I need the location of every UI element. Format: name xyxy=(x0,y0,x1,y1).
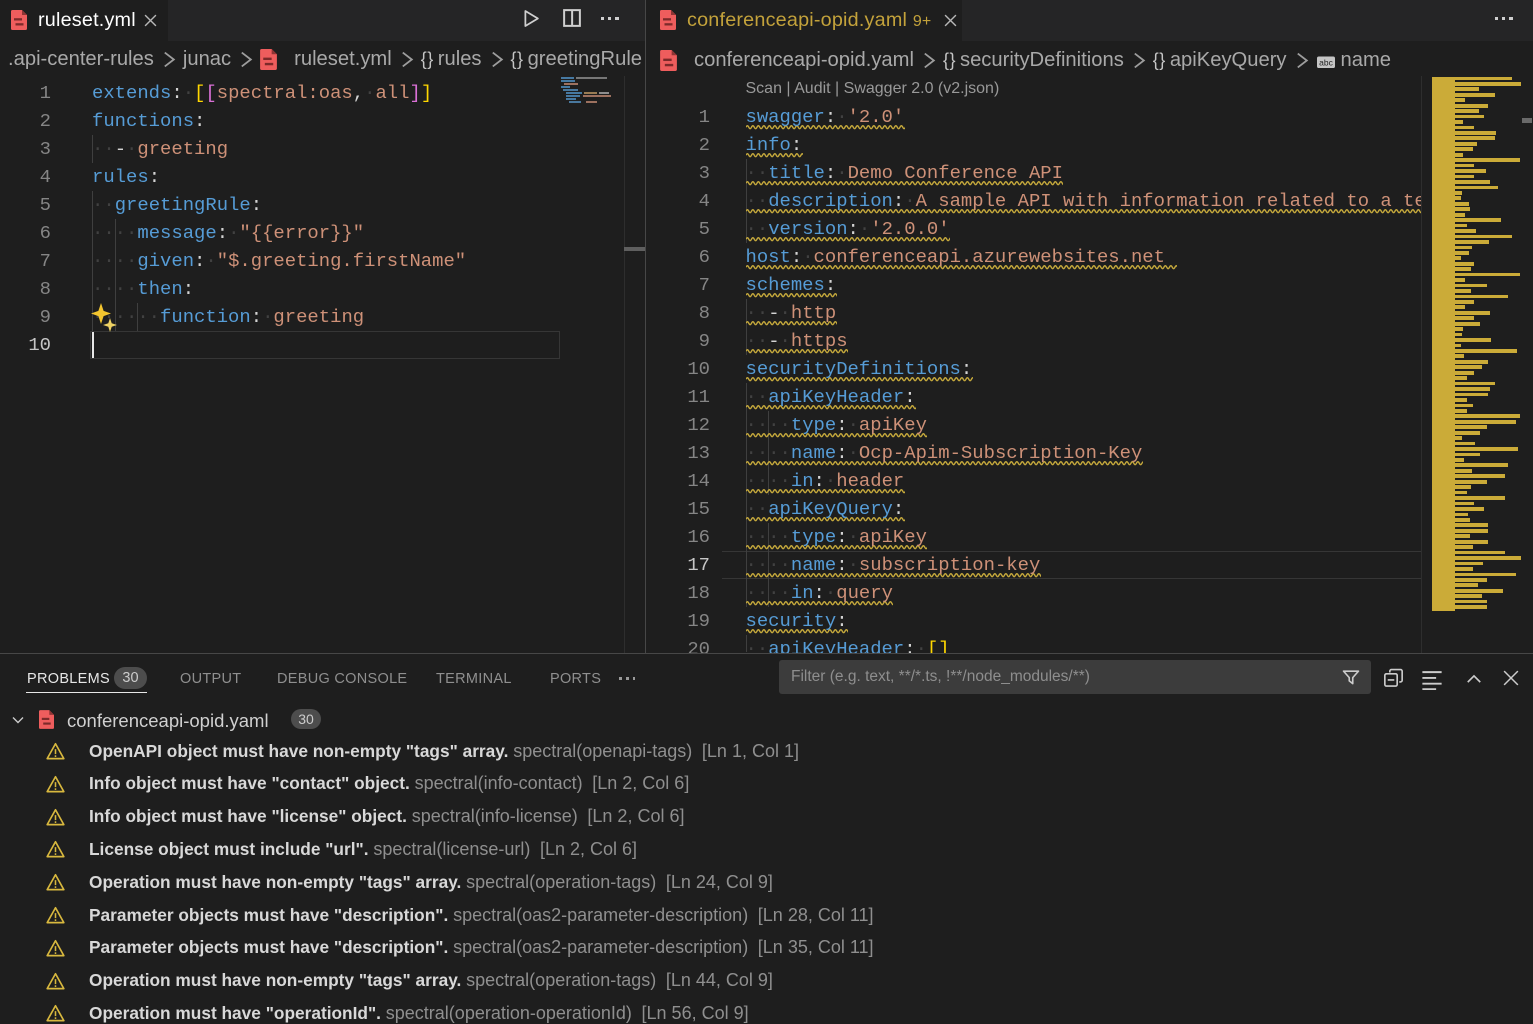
svg-text:abc: abc xyxy=(1319,58,1333,68)
